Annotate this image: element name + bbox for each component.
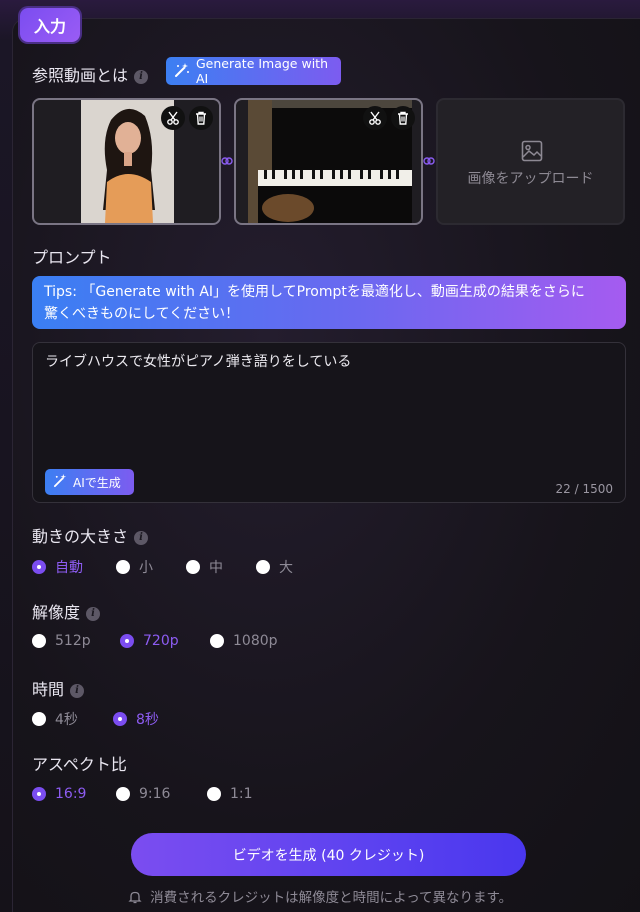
prompt-textarea[interactable]: ライブハウスで女性がピアノ弾き語りをしている AIで生成 22 / 1500 [32,342,626,503]
scissors-icon[interactable] [363,106,387,130]
tips-line-2: 驚くべきものにしてください！ [44,306,240,322]
magic-wand-icon [174,62,190,81]
radio-resolution-720p[interactable]: 720p [120,633,210,649]
tips-banner: Tips: 「Generate with AI」を使用してPromptを最適化し… [32,276,626,329]
radio-aspect-16-9[interactable]: 16:9 [32,786,116,802]
motion-radio-group: 自動 小 中 大 [32,557,316,577]
radio-dot[interactable] [113,712,127,726]
radio-label: 中 [209,560,223,576]
magic-wand-icon [53,473,68,491]
duration-label-text: 時間 [32,680,65,699]
info-icon[interactable]: i [70,683,85,698]
radio-label: 1:1 [230,786,253,802]
trash-icon[interactable] [391,106,415,130]
ai-generate-button[interactable]: AIで生成 [45,469,134,495]
credit-note: 消費されるクレジットは解像度と時間によって異なります。 [0,886,640,906]
radio-aspect-1-1[interactable]: 1:1 [207,786,267,802]
radio-label: 大 [279,560,293,576]
duration-radio-group: 4秒 8秒 [32,709,183,729]
character-counter: 22 / 1500 [555,482,613,496]
link-icon [423,157,435,165]
prompt-label: プロンプト [32,248,112,267]
upload-image-card[interactable]: 画像をアップロード [436,98,625,225]
radio-label: 16:9 [55,786,87,802]
reference-image-card-1[interactable] [32,98,221,225]
motion-label-text: 動きの大きさ [32,527,129,546]
image-icon [521,140,543,162]
radio-dot[interactable] [256,560,270,574]
reference-label-text: 参照動画とは [32,66,129,85]
radio-label: 自動 [55,560,83,576]
radio-resolution-512p[interactable]: 512p [32,633,120,649]
radio-dot[interactable] [32,560,46,574]
resolution-label-text: 解像度 [32,603,81,622]
radio-duration-4s[interactable]: 4秒 [32,709,113,729]
radio-label: 9:16 [139,786,171,802]
radio-motion-small[interactable]: 小 [116,557,186,577]
radio-label: 720p [143,633,179,649]
info-icon[interactable]: i [86,606,101,621]
info-icon[interactable]: i [134,530,149,545]
radio-label: 512p [55,633,91,649]
radio-dot[interactable] [32,787,46,801]
radio-motion-auto[interactable]: 自動 [32,557,116,577]
ai-generate-label: AIで生成 [73,475,121,490]
radio-label: 1080p [233,633,278,649]
scissors-icon[interactable] [161,106,185,130]
radio-dot[interactable] [32,712,46,726]
generate-image-button[interactable]: Generate Image with AI [166,56,341,86]
reference-image-card-2[interactable] [234,98,423,225]
generate-image-label: Generate Image with AI [196,56,328,86]
radio-resolution-1080p[interactable]: 1080p [210,633,290,649]
resolution-radio-group: 512p 720p 1080p [32,633,290,649]
radio-dot[interactable] [210,634,224,648]
tips-line-1: Tips: 「Generate with AI」を使用してPromptを最適化し… [44,284,585,300]
radio-dot[interactable] [207,787,221,801]
radio-motion-large[interactable]: 大 [256,557,316,577]
aspect-label: アスペクト比 [32,755,127,774]
link-icon [221,157,233,165]
prompt-text[interactable]: ライブハウスで女性がピアノ弾き語りをしている [45,351,351,371]
radio-dot[interactable] [116,560,130,574]
trash-icon[interactable] [189,106,213,130]
bell-icon [128,890,150,906]
radio-label: 小 [139,560,153,576]
radio-label: 8秒 [136,712,159,728]
credit-note-text: 消費されるクレジットは解像度と時間によって異なります。 [150,890,513,906]
resolution-label: 解像度 i [32,599,101,623]
aspect-radio-group: 16:9 9:16 1:1 [32,786,267,802]
radio-dot[interactable] [32,634,46,648]
radio-aspect-9-16[interactable]: 9:16 [116,786,207,802]
radio-dot[interactable] [120,634,134,648]
radio-duration-8s[interactable]: 8秒 [113,709,183,729]
radio-dot[interactable] [116,787,130,801]
radio-motion-medium[interactable]: 中 [186,557,256,577]
generate-video-button[interactable]: ビデオを生成 (40 クレジット) [131,833,526,876]
upload-label: 画像をアップロード [467,171,594,187]
duration-label: 時間 i [32,676,85,700]
info-icon[interactable]: i [134,69,149,84]
motion-label: 動きの大きさ i [32,523,149,547]
radio-dot[interactable] [186,560,200,574]
section-tag: 入力 [20,8,80,42]
radio-label: 4秒 [55,712,78,728]
reference-label: 参照動画とは i [32,62,149,86]
